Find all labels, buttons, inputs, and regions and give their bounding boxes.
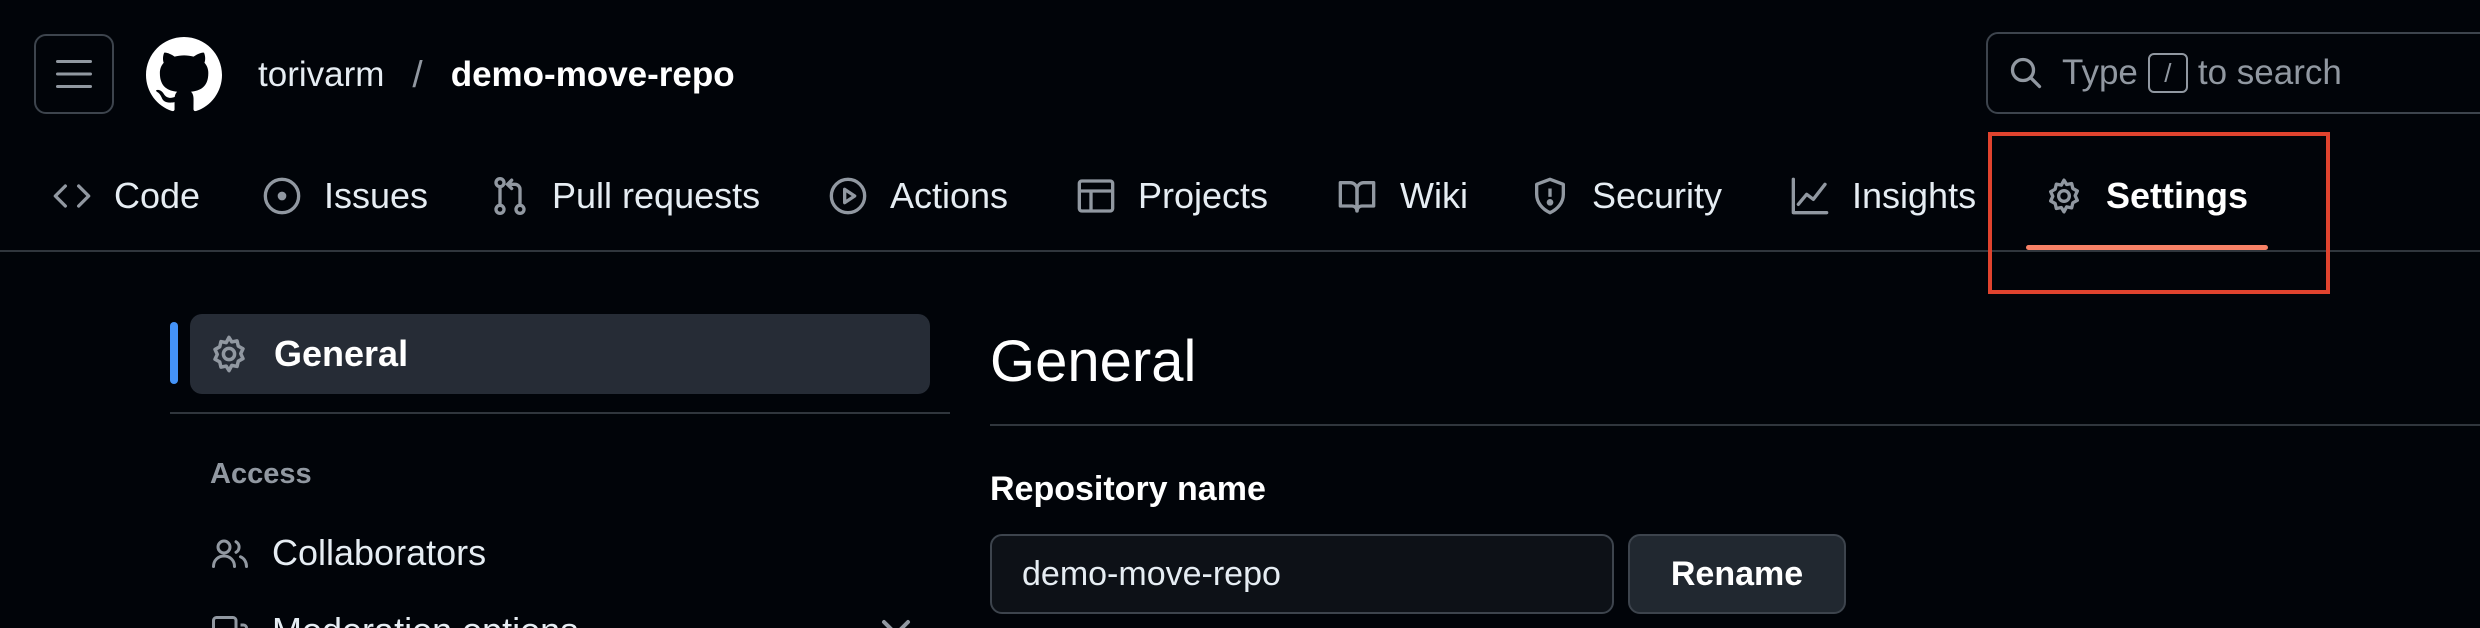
tab-label: Security xyxy=(1592,175,1723,216)
issue-opened-icon xyxy=(263,177,301,215)
sidebar-active-accent xyxy=(170,322,178,384)
tab-issues[interactable]: Issues xyxy=(262,160,428,232)
repository-name-input[interactable] xyxy=(990,534,1614,614)
git-pull-request-icon xyxy=(494,176,526,216)
search-placeholder-suffix: to search xyxy=(2197,53,2342,92)
search-input[interactable]: Type / to search xyxy=(1986,32,2480,114)
hamburger-icon xyxy=(56,60,92,88)
tab-security[interactable]: Security xyxy=(1530,160,1722,232)
github-logo-icon[interactable] xyxy=(146,37,222,113)
search-shortcut-key: / xyxy=(2147,53,2188,93)
chevron-down-icon xyxy=(882,620,910,628)
graph-icon xyxy=(1791,177,1829,215)
tab-projects[interactable]: Projects xyxy=(1076,160,1268,232)
gear-icon xyxy=(213,335,245,373)
tab-wiki[interactable]: Wiki xyxy=(1336,160,1468,232)
breadcrumb-owner-link[interactable]: torivarm xyxy=(258,55,384,95)
sidebar-divider xyxy=(170,412,950,414)
tab-label: Wiki xyxy=(1400,175,1468,216)
sidebar-item-collaborators[interactable]: Collaborators xyxy=(210,528,486,578)
search-icon xyxy=(2010,57,2042,89)
shield-icon xyxy=(1535,177,1565,215)
breadcrumb-separator: / xyxy=(412,54,423,95)
breadcrumb: torivarm / demo-move-repo xyxy=(258,50,735,100)
tab-code[interactable]: Code xyxy=(52,160,200,232)
breadcrumb-repo-link[interactable]: demo-move-repo xyxy=(451,55,735,95)
people-icon xyxy=(212,539,248,568)
sidebar-item-moderation[interactable]: Moderation options xyxy=(210,606,578,628)
tab-label: Insights xyxy=(1852,175,1977,216)
sidebar-item-label: Moderation options xyxy=(272,610,578,628)
tab-label: Projects xyxy=(1138,175,1269,216)
tab-pull-requests[interactable]: Pull requests xyxy=(490,160,760,232)
rename-button[interactable]: Rename xyxy=(1628,534,1846,614)
sidebar-item-label: Collaborators xyxy=(272,532,487,573)
tab-label: Issues xyxy=(324,175,429,216)
play-icon xyxy=(829,177,867,215)
tab-label: Code xyxy=(114,175,201,216)
search-placeholder-prefix: Type xyxy=(2062,53,2138,92)
comment-discussion-icon xyxy=(212,616,248,628)
tab-label: Actions xyxy=(890,175,1009,216)
title-divider xyxy=(990,424,2480,426)
book-icon xyxy=(1338,181,1376,213)
tab-actions[interactable]: Actions xyxy=(828,160,1008,232)
hamburger-menu-button[interactable] xyxy=(34,34,114,114)
repository-name-label: Repository name xyxy=(990,470,1266,508)
tab-insights[interactable]: Insights xyxy=(1790,160,1976,232)
code-icon xyxy=(53,184,91,208)
tab-label: Pull requests xyxy=(552,175,761,216)
page-title: General xyxy=(990,329,1197,394)
table-icon xyxy=(1077,179,1115,213)
sidebar-item-general[interactable]: General xyxy=(190,314,930,394)
sidebar-section-heading: Access xyxy=(210,458,312,490)
sidebar-item-label: General xyxy=(274,333,409,374)
settings-highlight-box xyxy=(1988,132,2330,294)
